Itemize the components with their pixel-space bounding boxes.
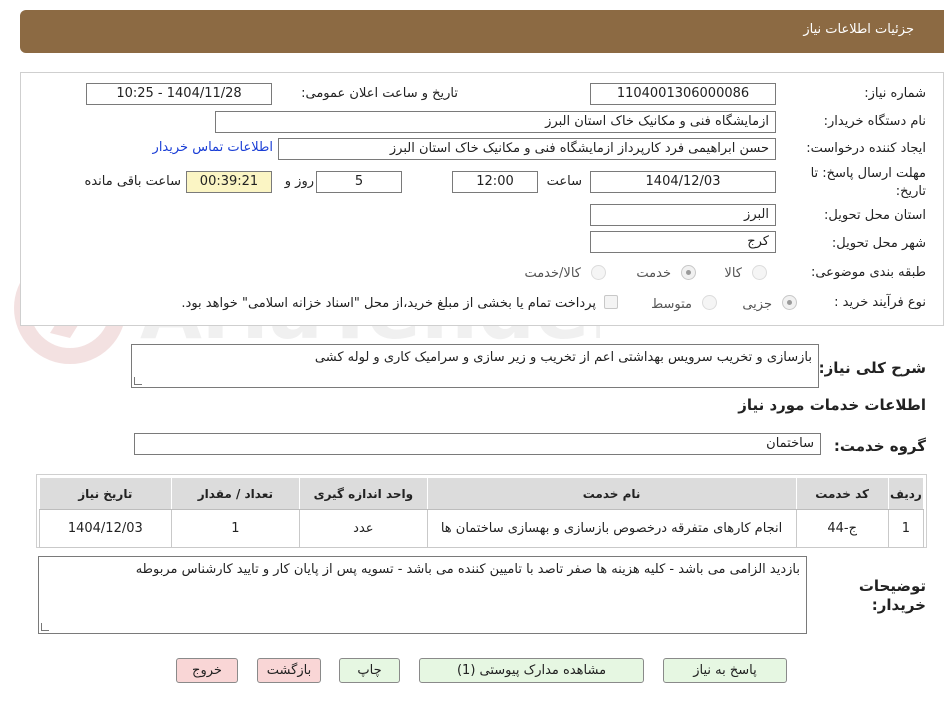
remaining-time-field[interactable]: 00:39:21 bbox=[186, 171, 272, 193]
column-header-service-code: کد خدمت bbox=[795, 477, 889, 510]
page-title: جزئیات اطلاعات نیاز bbox=[803, 22, 914, 37]
buyer-notes-text: بازدید الزامی می باشد - کلیه هزینه ها صف… bbox=[135, 562, 800, 577]
deadline-label-line1: مهلت ارسال پاسخ: تا bbox=[810, 166, 926, 181]
resize-handle-icon[interactable] bbox=[134, 377, 142, 385]
view-attachments-button[interactable]: مشاهده مدارک پیوستی (1) bbox=[419, 658, 644, 683]
category-label: طبقه بندی موضوعی: bbox=[810, 265, 926, 280]
cell-unit: عدد bbox=[299, 509, 428, 548]
treasury-payment-note: پرداخت تمام یا بخشی از مبلغ خرید،از محل … bbox=[181, 296, 596, 311]
need-number-label: شماره نیاز: bbox=[864, 86, 926, 101]
summary-label: شرح کلی نیاز: bbox=[818, 359, 926, 377]
services-table: ردیف کد خدمت نام خدمت واحد اندازه گیری ت… bbox=[39, 477, 925, 548]
process-type-label: نوع فرآیند خرید : bbox=[834, 295, 926, 310]
process-minor-label: جزیی bbox=[742, 297, 772, 312]
buyer-notes-label-line2: خریدار: bbox=[871, 596, 926, 614]
deadline-time-label: ساعت bbox=[546, 174, 582, 189]
column-header-quantity: تعداد / مقدار bbox=[170, 477, 301, 510]
print-button[interactable]: چاپ bbox=[339, 658, 400, 683]
remaining-days-label: روز و bbox=[284, 174, 314, 189]
announce-datetime-label: تاریخ و ساعت اعلان عمومی: bbox=[301, 86, 458, 101]
summary-text: بازسازی و تخریب سرویس بهداشتی اعم از تخر… bbox=[314, 350, 812, 365]
category-goods-label: کالا bbox=[724, 266, 742, 281]
category-goods-service-label: کالا/خدمت bbox=[524, 266, 581, 281]
buyer-notes-label-line1: توضیحات bbox=[858, 577, 926, 595]
city-label: شهر محل تحویل: bbox=[831, 236, 926, 251]
back-button[interactable]: بازگشت bbox=[257, 658, 321, 683]
announce-datetime-field[interactable]: 1404/11/28 - 10:25 bbox=[86, 83, 272, 105]
buyer-org-label: نام دستگاه خریدار: bbox=[823, 114, 926, 129]
cell-row-number: 1 bbox=[887, 509, 925, 548]
remaining-days-field[interactable]: 5 bbox=[316, 171, 402, 193]
category-goods-radio[interactable] bbox=[752, 265, 767, 280]
requester-label: ایجاد کننده درخواست: bbox=[806, 141, 926, 156]
column-header-need-date: تاریخ نیاز bbox=[39, 477, 172, 510]
city-field[interactable]: کرج bbox=[590, 231, 776, 253]
table-header-row: ردیف کد خدمت نام خدمت واحد اندازه گیری ت… bbox=[39, 477, 925, 510]
page-header: جزئیات اطلاعات نیاز bbox=[20, 10, 944, 53]
cell-need-date: 1404/12/03 bbox=[39, 509, 172, 548]
services-section-title: اطلاعات خدمات مورد نیاز bbox=[738, 396, 926, 414]
process-medium-label: متوسط bbox=[651, 297, 692, 312]
cell-service-code: ج-44 bbox=[795, 509, 889, 548]
table-row[interactable]: 1 ج-44 انجام کارهای متفرقه درخصوص بازساز… bbox=[39, 509, 925, 548]
column-header-row-number: ردیف bbox=[887, 477, 925, 510]
buyer-org-field[interactable]: ازمایشگاه فنی و مکانیک خاک استان البرز bbox=[215, 111, 776, 133]
process-minor-radio[interactable] bbox=[782, 295, 797, 310]
deadline-label-line2: تاریخ: bbox=[895, 184, 926, 199]
deadline-time-field[interactable]: 12:00 bbox=[452, 171, 538, 193]
province-label: استان محل تحویل: bbox=[824, 208, 926, 223]
process-medium-radio[interactable] bbox=[702, 295, 717, 310]
requester-field[interactable]: حسن ابراهیمی فرد کارپرداز ازمایشگاه فنی … bbox=[278, 138, 776, 160]
province-field[interactable]: البرز bbox=[590, 204, 776, 226]
service-group-label: گروه خدمت: bbox=[833, 437, 926, 455]
column-header-service-name: نام خدمت bbox=[426, 477, 797, 510]
service-group-field[interactable]: ساختمان bbox=[134, 433, 821, 455]
deadline-date-field[interactable]: 1404/12/03 bbox=[590, 171, 776, 193]
column-header-unit: واحد اندازه گیری bbox=[299, 477, 428, 510]
reply-to-need-button[interactable]: پاسخ به نیاز bbox=[663, 658, 787, 683]
cell-quantity: 1 bbox=[170, 509, 301, 548]
exit-button[interactable]: خروج bbox=[176, 658, 238, 683]
summary-textarea[interactable]: بازسازی و تخریب سرویس بهداشتی اعم از تخر… bbox=[131, 344, 819, 388]
treasury-payment-checkbox[interactable] bbox=[604, 295, 618, 309]
need-number-field[interactable]: 1104001306000086 bbox=[590, 83, 776, 105]
cell-service-name: انجام کارهای متفرقه درخصوص بازسازی و بهس… bbox=[426, 509, 797, 548]
buyer-notes-textarea[interactable]: بازدید الزامی می باشد - کلیه هزینه ها صف… bbox=[38, 556, 807, 634]
category-goods-service-radio[interactable] bbox=[591, 265, 606, 280]
buyer-contact-link[interactable]: اطلاعات تماس خریدار bbox=[153, 140, 273, 155]
category-service-label: خدمت bbox=[636, 266, 671, 281]
remaining-time-label: ساعت باقی مانده bbox=[84, 174, 181, 189]
category-service-radio[interactable] bbox=[681, 265, 696, 280]
resize-handle-icon[interactable] bbox=[41, 623, 49, 631]
